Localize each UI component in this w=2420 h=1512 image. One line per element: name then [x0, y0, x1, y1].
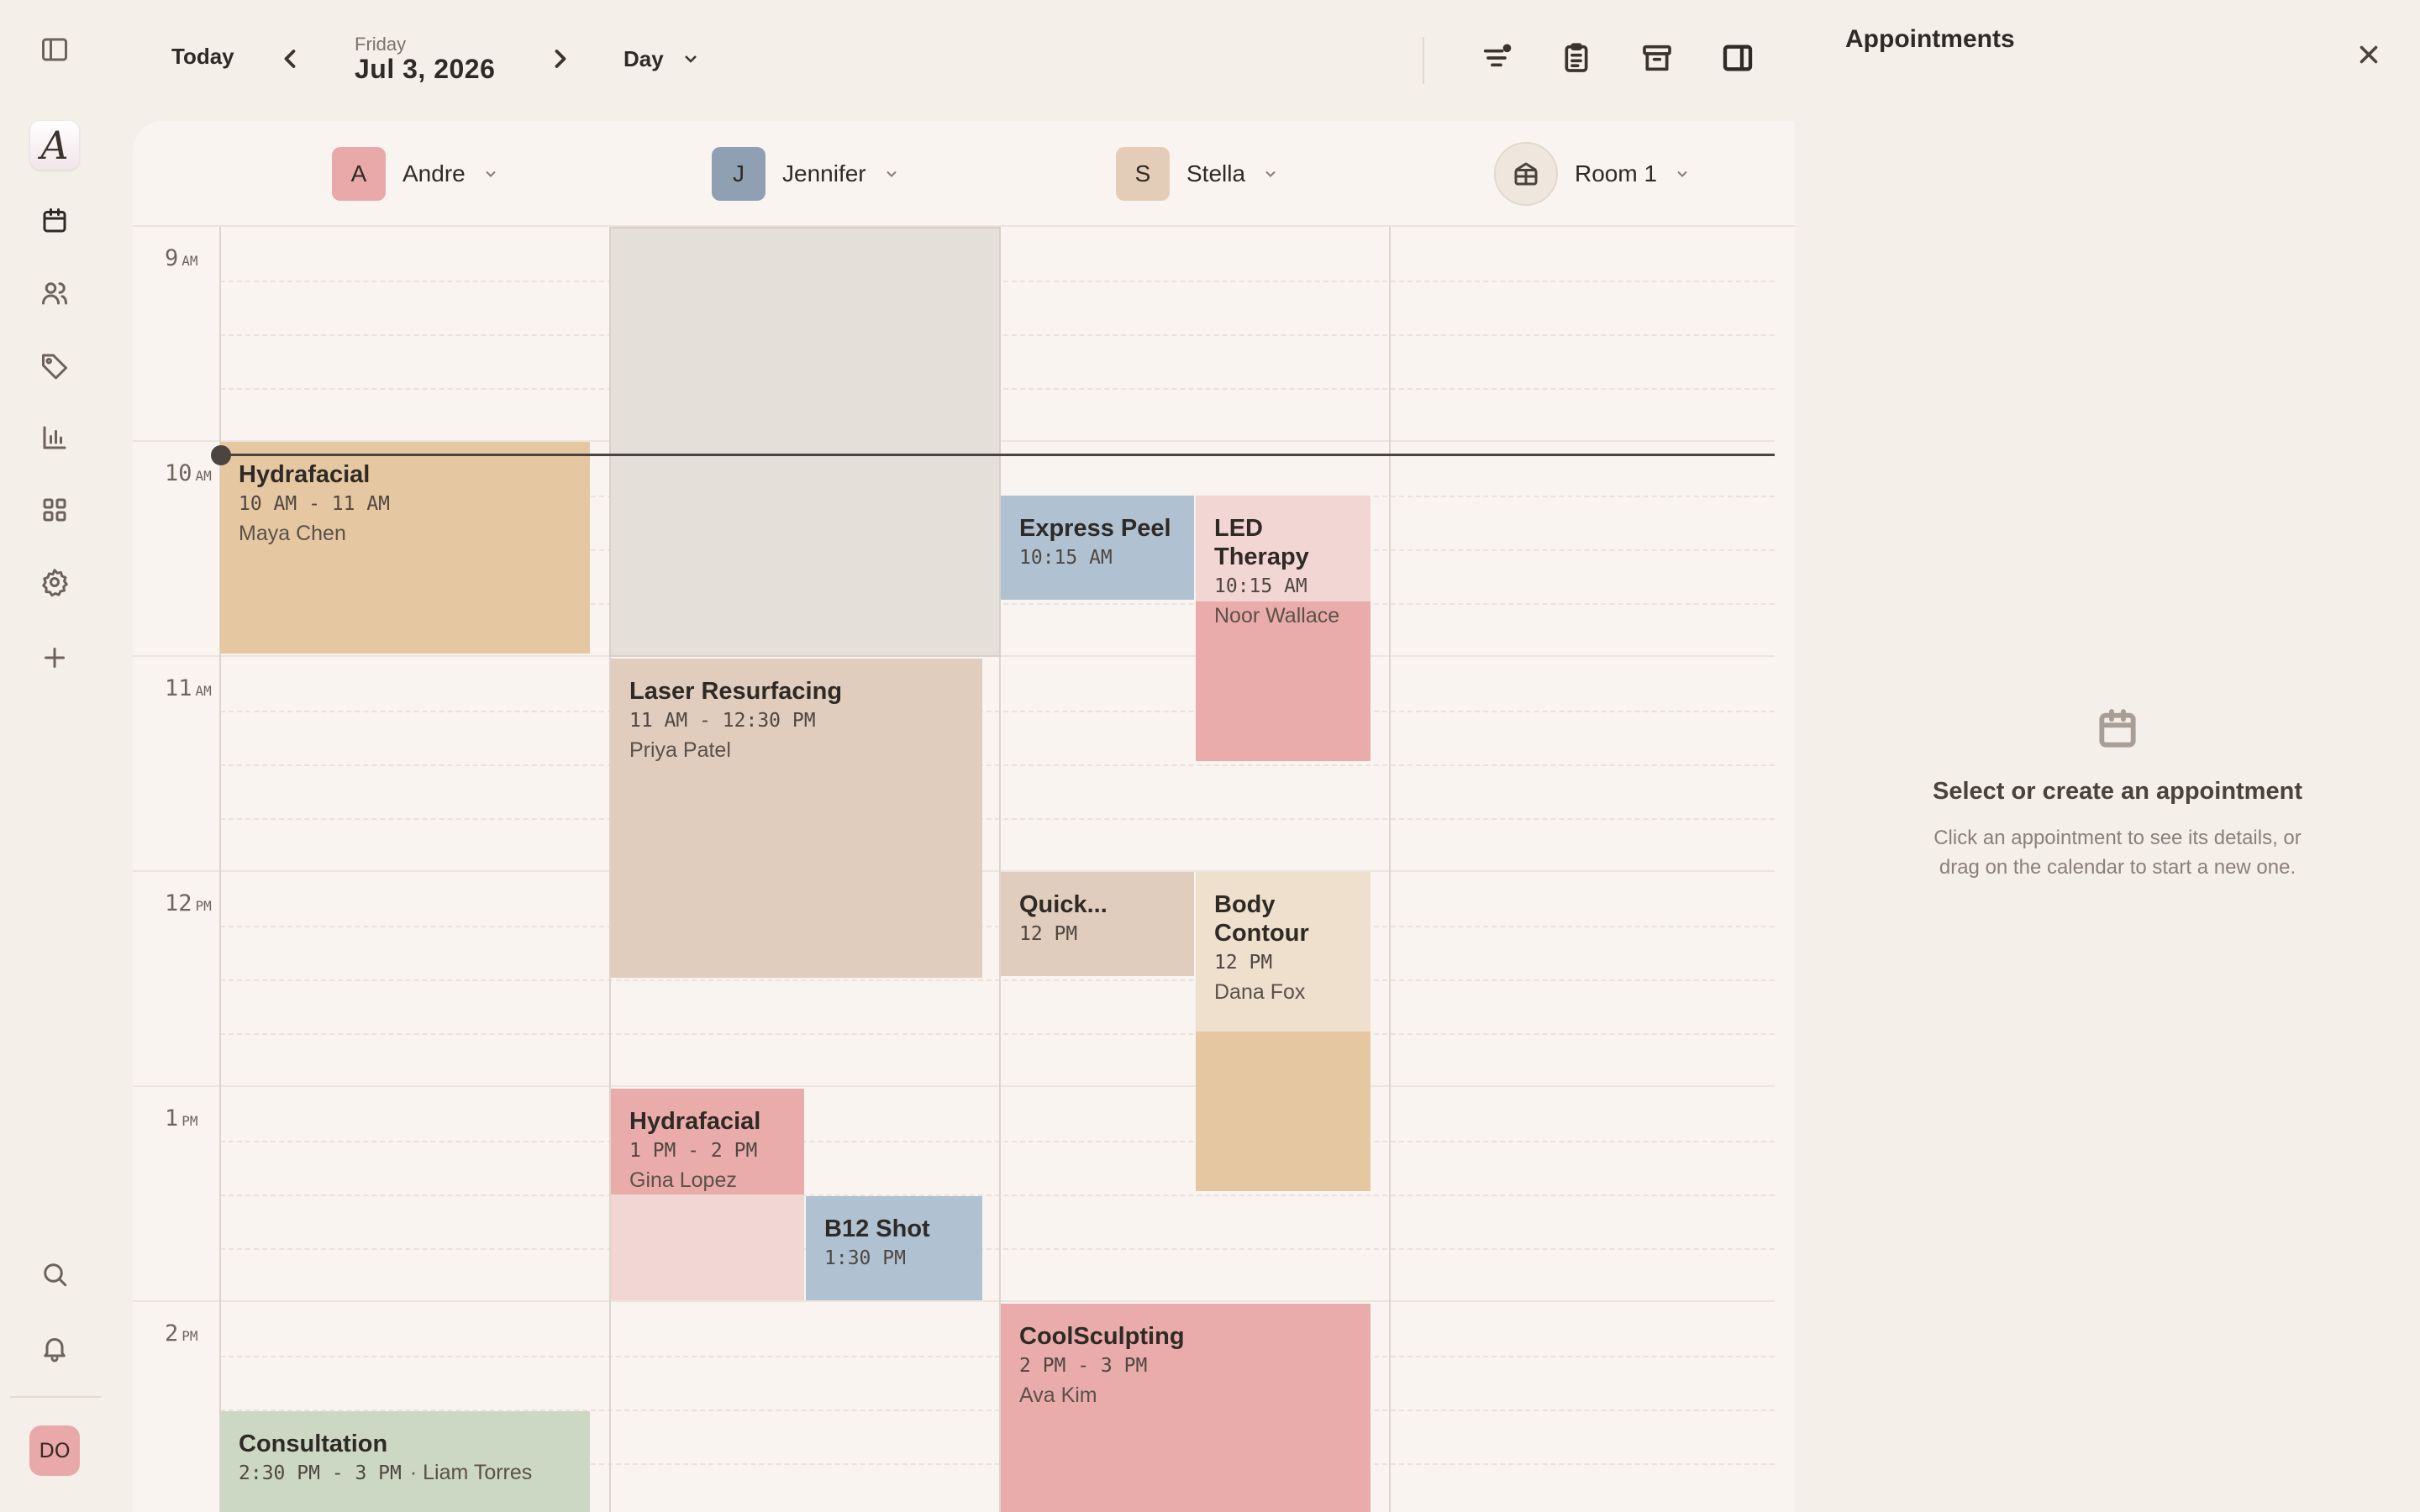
time-label: 1 PM	[165, 1105, 198, 1131]
panel-toggle-icon[interactable]	[1718, 39, 1757, 77]
blocked-time	[609, 227, 1001, 657]
today-button[interactable]: Today	[171, 44, 234, 70]
column-header-stella[interactable]: S Stella	[1116, 146, 1279, 202]
event-coolsculpting[interactable]: CoolSculpting 2 PM - 3 PM Ava Kim	[1001, 1304, 1370, 1512]
view-label: Day	[623, 45, 664, 71]
grid-icon[interactable]	[34, 489, 76, 531]
gear-icon[interactable]	[34, 561, 76, 603]
time-label: 11 AM	[165, 675, 212, 701]
calendar-view: A Andre J Jennifer S Stella Room 1 9 AM …	[133, 121, 1795, 1512]
weekday-label: Friday	[355, 34, 407, 55]
column-header-jennifer[interactable]: J Jennifer	[712, 146, 900, 202]
users-icon[interactable]	[34, 272, 76, 314]
event-hydrafacial-gina[interactable]: Hydrafacial 1 PM - 2 PM Gina Lopez	[611, 1089, 804, 1300]
chevron-down-icon	[1265, 171, 1276, 177]
archive-icon[interactable]	[1638, 39, 1676, 77]
time-label: 12 PM	[165, 890, 212, 916]
column-name: Jennifer	[782, 160, 866, 186]
current-date[interactable]: Jul 3, 2026	[355, 54, 495, 85]
app-logo[interactable]: A	[30, 121, 79, 170]
event-led-therapy[interactable]: LED Therapy 10:15 AM Noor Wallace	[1196, 496, 1370, 761]
event-body-contour[interactable]: Body Contour 12 PM Dana Fox	[1196, 872, 1370, 1191]
view-selector[interactable]: Day	[623, 44, 701, 74]
avatar: S	[1116, 147, 1170, 201]
current-time-dot	[211, 445, 231, 465]
event-express-peel[interactable]: Express Peel 10:15 AM	[1001, 496, 1194, 600]
user-avatar[interactable]: DO	[29, 1425, 80, 1476]
filter-icon[interactable]	[1477, 39, 1516, 77]
time-label: 10 AM	[165, 460, 212, 486]
event-laser-resurfacing[interactable]: Laser Resurfacing 11 AM - 12:30 PM Priya…	[611, 659, 982, 978]
event-consultation[interactable]: Consultation 2:30 PM - 3 PM · Liam Torre…	[220, 1411, 590, 1512]
toolbar: Today Friday Jul 3, 2026 Day	[109, 0, 1795, 118]
toolbar-divider	[1423, 37, 1424, 84]
avatar: A	[332, 147, 386, 201]
column-header-room-1[interactable]: Room 1	[1494, 142, 1691, 206]
calendar-empty-icon	[2094, 706, 2141, 753]
bar-chart-icon[interactable]	[34, 417, 76, 459]
column-name: Stella	[1186, 160, 1246, 186]
column-name: Andre	[402, 160, 466, 186]
sidebar-toggle-icon[interactable]	[34, 29, 76, 71]
close-icon[interactable]	[2354, 40, 2383, 69]
search-icon[interactable]	[34, 1253, 76, 1295]
tag-icon[interactable]	[34, 344, 76, 386]
event-b12-shot[interactable]: B12 Shot 1:30 PM	[806, 1196, 982, 1300]
event-hydrafacial-maya[interactable]: Hydrafacial 10 AM - 11 AM Maya Chen	[220, 442, 590, 654]
room-icon	[1494, 142, 1558, 206]
empty-state-description: Click an appointment to see its details,…	[1933, 827, 2302, 879]
chevron-down-icon	[485, 171, 496, 177]
chevron-down-icon	[886, 171, 897, 177]
empty-state-title: Select or create an appointment	[1933, 778, 2302, 805]
bell-icon[interactable]	[34, 1327, 76, 1369]
time-label: 2 PM	[165, 1320, 198, 1347]
column-header-andre[interactable]: A Andre	[332, 146, 499, 202]
appointments-panel: Appointments Select or create an appoint…	[1795, 0, 2420, 1512]
time-grid[interactable]: 9 AM 10 AM 11 AM 12 PM 1 PM 2 PM Hydrafacial 1…	[133, 227, 1795, 1512]
time-label: 9 AM	[165, 245, 198, 271]
calendar-icon[interactable]	[34, 200, 76, 242]
plus-icon[interactable]	[34, 637, 76, 679]
left-rail: A DO	[0, 0, 109, 1512]
column-name: Room 1	[1575, 160, 1658, 186]
chevron-down-icon	[1677, 171, 1687, 177]
column-headers: A Andre J Jennifer S Stella Room 1	[133, 121, 1795, 227]
chevron-right-icon[interactable]	[548, 44, 573, 74]
event-quick[interactable]: Quick... 12 PM	[1001, 872, 1194, 976]
panel-title: Appointments	[1845, 25, 2015, 53]
current-time-line	[220, 454, 1775, 456]
avatar: J	[712, 147, 765, 201]
chevron-left-icon[interactable]	[277, 44, 302, 74]
rail-divider	[10, 1396, 101, 1398]
chevron-down-icon	[684, 55, 697, 63]
clipboard-icon[interactable]	[1557, 39, 1596, 77]
